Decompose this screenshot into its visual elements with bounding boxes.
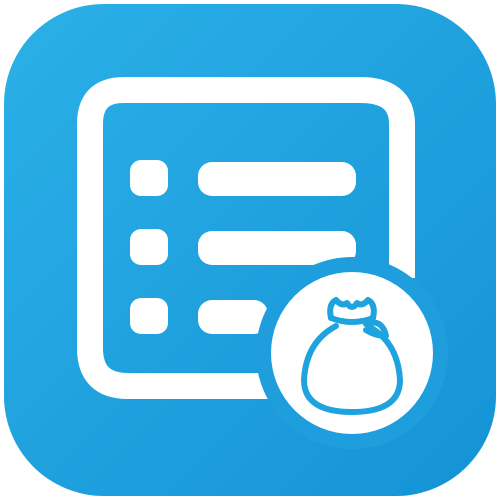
list-bullet — [130, 229, 168, 265]
list-bullet — [130, 160, 168, 196]
list-line — [198, 162, 356, 196]
list-line — [198, 300, 268, 334]
money-bag-badge — [256, 257, 448, 449]
app-icon-graphic — [4, 4, 496, 496]
app-icon[interactable] — [0, 0, 500, 500]
list-bullet — [130, 298, 168, 334]
